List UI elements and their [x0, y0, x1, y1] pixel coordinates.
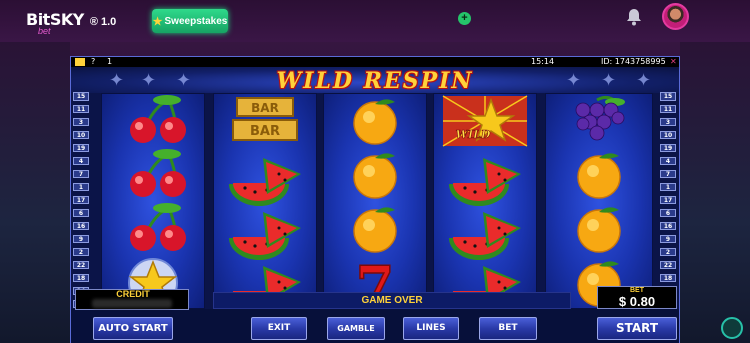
- payline-number: 1: [660, 182, 676, 192]
- game-topbar: ? 1 15:14 ID: 1743758995 ✕: [71, 57, 679, 67]
- payline-number: 16: [660, 221, 676, 231]
- star-icon: ★: [152, 15, 163, 28]
- watermelon-symbol-icon: [214, 148, 316, 206]
- mode-indicator: 1: [107, 57, 113, 66]
- payline-number: 6: [73, 208, 89, 218]
- background-scene-left: [0, 42, 70, 343]
- payline-number: 22: [73, 260, 89, 270]
- credit-label: CREDIT: [116, 289, 150, 299]
- payline-number: 11: [660, 104, 676, 114]
- bell-icon[interactable]: [626, 8, 642, 26]
- svg-text:BAR: BAR: [251, 101, 279, 115]
- background-scene-right: [680, 42, 750, 343]
- menu-icon[interactable]: [75, 58, 85, 66]
- brand-sub: bet: [38, 26, 51, 36]
- sweepstakes-label: Sweepstakes: [164, 15, 228, 27]
- slot-game-window: ? 1 15:14 ID: 1743758995 ✕ ✦ ✦ ✦ ✦ ✦ ✦ W…: [70, 56, 680, 343]
- payline-number: 16: [73, 221, 89, 231]
- paylines-left: 151131019471176169222181413: [73, 92, 91, 308]
- reel-2: BAR BAR: [213, 93, 317, 314]
- payline-number: 22: [660, 260, 676, 270]
- payline-number: 15: [660, 92, 676, 101]
- orange-symbol-icon: [324, 148, 426, 202]
- payline-number: 4: [660, 156, 676, 166]
- reel-1: [101, 93, 205, 309]
- title-strip: ✦ ✦ ✦ ✦ ✦ ✦ WILD RESPIN: [71, 67, 679, 94]
- bet-button[interactable]: BET: [479, 317, 537, 340]
- payline-number: 17: [660, 195, 676, 205]
- payline-number: 6: [660, 208, 676, 218]
- control-panel: CREDIT GAME OVER BET $ 0.80 AUTO START E…: [71, 286, 679, 343]
- gamble-button[interactable]: GAMBLE: [327, 317, 385, 340]
- payline-number: 11: [73, 104, 89, 114]
- payline-number: 18: [73, 273, 89, 283]
- payline-number: 2: [660, 247, 676, 257]
- svg-text:WILD: WILD: [456, 128, 491, 141]
- start-button[interactable]: START: [597, 317, 677, 340]
- payline-number: 15: [73, 92, 89, 101]
- orange-symbol-icon: [546, 148, 652, 202]
- watermelon-symbol-icon: [434, 148, 536, 206]
- watermelon-symbol-icon: [434, 202, 536, 260]
- orange-symbol-icon: [324, 94, 426, 148]
- plus-icon[interactable]: +: [458, 12, 471, 25]
- clock-text: 15:14: [531, 57, 555, 66]
- credit-value-hidden: [92, 299, 172, 308]
- payline-number: 2: [73, 247, 89, 257]
- exit-button[interactable]: EXIT: [251, 317, 307, 340]
- game-id-text: ID: 1743758995: [601, 57, 666, 66]
- cherry-symbol-icon: [102, 202, 204, 256]
- brand-version: ® 1.0: [89, 16, 117, 28]
- bar-symbol-icon: BAR BAR: [214, 94, 316, 148]
- payline-number: 9: [660, 234, 676, 244]
- user-avatar[interactable]: [662, 3, 689, 30]
- message-display: GAME OVER: [213, 292, 571, 309]
- orange-symbol-icon: [546, 202, 652, 256]
- payline-number: 19: [660, 143, 676, 153]
- bet-display: BET $ 0.80: [597, 286, 677, 309]
- svg-text:BAR: BAR: [250, 124, 280, 139]
- sweepstakes-button[interactable]: ★ Sweepstakes: [152, 9, 228, 33]
- paylines-right: 151131019471176169222181413: [660, 92, 678, 308]
- credit-display: CREDIT: [75, 289, 189, 310]
- reel-4: WILD: [433, 93, 537, 314]
- auto-start-button[interactable]: AUTO START: [93, 317, 173, 340]
- payline-number: 4: [73, 156, 89, 166]
- bet-value: $ 0.80: [618, 294, 656, 309]
- chat-support-icon[interactable]: [721, 317, 743, 339]
- wild-symbol-icon: WILD: [434, 94, 536, 148]
- payline-number: 9: [73, 234, 89, 244]
- reel-5: [545, 93, 653, 309]
- cherry-symbol-icon: [102, 148, 204, 202]
- lines-button[interactable]: LINES: [403, 317, 459, 340]
- brand-name: BitSKY: [26, 10, 84, 29]
- cherry-symbol-icon: [102, 94, 204, 148]
- grapes-symbol-icon: [546, 94, 652, 148]
- payline-number: 18: [660, 273, 676, 283]
- game-title: WILD RESPIN: [276, 68, 474, 94]
- payline-number: 7: [660, 169, 676, 179]
- site-header: BitSKY ® 1.0 bet ★ Sweepstakes +: [0, 0, 750, 42]
- brand-logo[interactable]: BitSKY ® 1.0 bet: [26, 10, 117, 36]
- payline-number: 17: [73, 195, 89, 205]
- payline-number: 1: [73, 182, 89, 192]
- close-icon[interactable]: ✕: [670, 57, 677, 67]
- help-button[interactable]: ?: [91, 57, 95, 67]
- payline-number: 19: [73, 143, 89, 153]
- payline-number: 10: [73, 130, 89, 140]
- watermelon-symbol-icon: [214, 202, 316, 260]
- payline-number: 10: [660, 130, 676, 140]
- payline-number: 7: [73, 169, 89, 179]
- payline-number: 3: [660, 117, 676, 127]
- payline-number: 3: [73, 117, 89, 127]
- orange-symbol-icon: [324, 202, 426, 256]
- reel-3: 7: [323, 93, 427, 321]
